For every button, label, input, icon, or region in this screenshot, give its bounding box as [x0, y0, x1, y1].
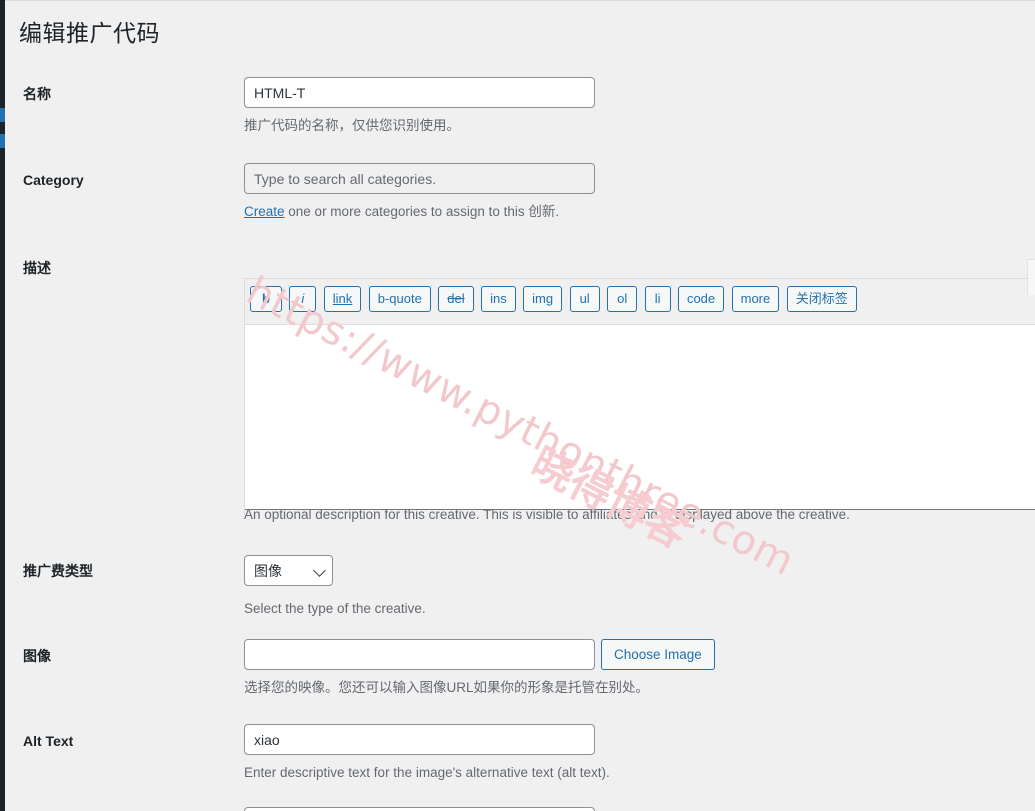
- category-help-text: Create one or more categories to assign …: [244, 203, 595, 221]
- label-image: 图像: [23, 648, 51, 664]
- qt-button-italic[interactable]: i: [289, 286, 317, 312]
- description-textarea[interactable]: [245, 324, 1035, 510]
- admin-page: https://www.pythonthree.com 晓得博客 编辑推广代码 …: [0, 0, 1035, 811]
- sidebar-active-marker-1: [0, 108, 5, 122]
- description-editor: b i link b-quote del ins img ul ol li co…: [244, 278, 1035, 515]
- next-field-input-partial[interactable]: [244, 807, 595, 811]
- alt-text-input[interactable]: [244, 724, 595, 755]
- name-help-text: 推广代码的名称，仅供您识别使用。: [244, 118, 460, 133]
- alt-text-help-text: Enter descriptive text for the image's a…: [244, 765, 610, 780]
- name-input[interactable]: [244, 77, 595, 108]
- admin-sidebar-rail[interactable]: [0, 0, 5, 811]
- create-category-link[interactable]: Create: [244, 204, 285, 219]
- image-url-input[interactable]: [244, 639, 595, 670]
- qt-button-code[interactable]: code: [677, 286, 725, 312]
- creative-type-selected-value: 图像: [254, 563, 282, 579]
- page-content: 编辑推广代码 名称 推广代码的名称，仅供您识别使用。 Category Crea…: [5, 1, 1035, 811]
- image-input-group: Choose Image: [244, 639, 715, 670]
- type-help-text: Select the type of the creative.: [244, 601, 426, 616]
- quicktags-toolbar: b i link b-quote del ins img ul ol li co…: [245, 279, 1035, 324]
- creative-type-select[interactable]: 图像: [244, 555, 333, 586]
- qt-button-ul[interactable]: ul: [569, 286, 600, 312]
- editor-tab-stub[interactable]: [1027, 259, 1035, 295]
- label-type: 推广费类型: [23, 563, 93, 579]
- qt-button-li[interactable]: li: [644, 286, 671, 312]
- qt-button-bold[interactable]: b: [250, 286, 282, 312]
- qt-button-close-tags[interactable]: 关闭标签: [786, 286, 857, 312]
- image-help-text: 选择您的映像。您还可以输入图像URL如果你的形象是托管在别处。: [244, 680, 650, 695]
- sidebar-active-marker-2: [0, 134, 5, 148]
- category-help-rest: one or more categories to assign to this…: [284, 204, 560, 219]
- qt-button-link[interactable]: link: [323, 286, 362, 312]
- label-name: 名称: [23, 86, 51, 102]
- chevron-down-icon: [313, 564, 326, 577]
- page-title: 编辑推广代码: [19, 20, 160, 46]
- label-alt-text: Alt Text: [23, 733, 74, 749]
- qt-button-more[interactable]: more: [731, 286, 780, 312]
- qt-button-ins[interactable]: ins: [481, 286, 516, 312]
- description-help-text: An optional description for this creativ…: [244, 507, 850, 522]
- label-description: 描述: [23, 260, 51, 276]
- choose-image-button[interactable]: Choose Image: [601, 639, 715, 670]
- category-search-input[interactable]: [244, 163, 595, 194]
- qt-button-del[interactable]: del: [438, 286, 474, 312]
- qt-button-ol[interactable]: ol: [607, 286, 638, 312]
- top-divider: [5, 0, 1035, 1]
- qt-button-img[interactable]: img: [523, 286, 563, 312]
- qt-button-b-quote[interactable]: b-quote: [368, 286, 431, 312]
- label-category: Category: [23, 172, 84, 188]
